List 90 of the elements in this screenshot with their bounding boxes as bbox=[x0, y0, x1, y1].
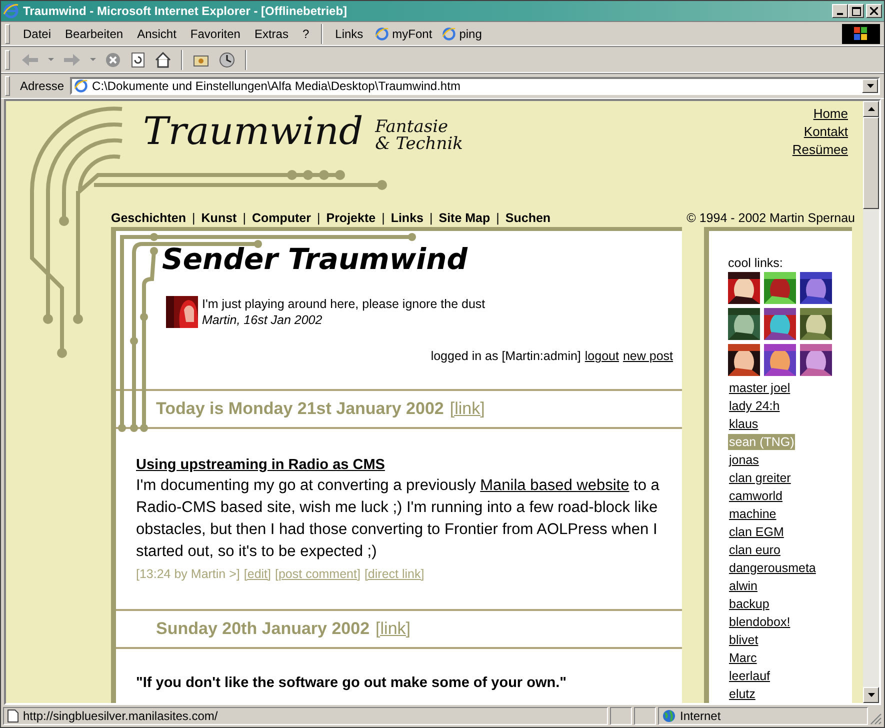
windows-logo bbox=[842, 24, 880, 44]
post-quote: "If you don't like the software go out make some of your own." bbox=[136, 675, 568, 691]
address-label: Adresse bbox=[19, 79, 66, 93]
post-title[interactable]: Using upstreaming in Radio as CMS bbox=[136, 457, 682, 473]
menu-item[interactable]: Bearbeiten bbox=[60, 26, 128, 40]
site-tagline: Fantasie bbox=[375, 119, 448, 136]
nav-separator: | bbox=[192, 211, 196, 225]
nav-separator: | bbox=[429, 211, 433, 225]
nav-link[interactable]: Links bbox=[390, 211, 424, 225]
sidebar-link[interactable]: dangerousmeta bbox=[728, 560, 817, 576]
security-zone: Internet bbox=[680, 709, 721, 723]
browser-icon bbox=[74, 79, 88, 93]
history-icon[interactable] bbox=[219, 52, 235, 68]
nav-link[interactable]: Site Map bbox=[438, 211, 490, 225]
day-heading: Sunday 20th January 2002 bbox=[156, 619, 370, 639]
sidebar-link[interactable]: camworld bbox=[728, 488, 784, 504]
menu-item[interactable]: Ansicht bbox=[132, 26, 182, 40]
nav-separator: | bbox=[382, 211, 385, 225]
top-link[interactable]: Home bbox=[813, 105, 848, 123]
browser-icon bbox=[3, 3, 19, 19]
link-button[interactable]: myFont bbox=[372, 26, 436, 40]
sidebar-link[interactable]: blendobox! bbox=[728, 614, 792, 630]
minimize-button[interactable] bbox=[832, 4, 848, 18]
browser-icon bbox=[442, 26, 456, 40]
site-logo[interactable]: Traumwind bbox=[143, 109, 364, 153]
maximize-icon bbox=[852, 6, 860, 16]
close-icon bbox=[870, 7, 878, 15]
blog-title: Sender Traumwind bbox=[161, 241, 469, 277]
nav-link[interactable]: Suchen bbox=[505, 211, 551, 225]
nav-link[interactable]: Geschichten bbox=[111, 211, 186, 225]
address-field[interactable]: C:\Dokumente und Einstellungen\Alfa Media\Desktop\Traumwind.htm bbox=[70, 77, 880, 95]
status-panel bbox=[610, 707, 632, 725]
dropdown-arrow-icon[interactable] bbox=[866, 84, 874, 88]
sidebar-link[interactable]: blivet bbox=[728, 632, 760, 648]
browser-icon bbox=[375, 26, 390, 40]
login-link[interactable]: logout bbox=[584, 349, 619, 363]
menu-item[interactable]: Extras bbox=[249, 26, 294, 40]
day-heading: Today is Monday 21st January 2002 bbox=[156, 399, 444, 419]
nav-link[interactable]: Projekte bbox=[326, 211, 376, 225]
sidebar-link[interactable]: jonas bbox=[728, 452, 760, 468]
link-button[interactable]: ping bbox=[439, 26, 485, 40]
menu-item[interactable]: Favoriten bbox=[185, 26, 246, 40]
stop-icon[interactable] bbox=[105, 52, 121, 68]
sidebar-link[interactable]: clan EGM bbox=[728, 524, 785, 540]
sidebar-link[interactable]: alwin bbox=[728, 578, 758, 594]
post-body: I'm documenting my go at converting a previously Manila based website to a Radio-CMS based site, wish me luck ;) I'm running into a few road-block like obstacles, but then I had those converting to Frontier from AOLPress when I started out, so it's to be expected ;) bbox=[136, 476, 660, 562]
menu-item[interactable]: ? bbox=[297, 26, 314, 40]
page-icon bbox=[7, 709, 19, 723]
top-link[interactable]: Resümee bbox=[792, 141, 848, 159]
sidebar-link[interactable]: Marc bbox=[728, 650, 758, 666]
nav-link[interactable]: Kunst bbox=[201, 211, 237, 225]
window-title: Traumwind - Microsoft Internet Explorer - [Offlinebetrieb] bbox=[23, 4, 348, 18]
post-link[interactable]: Manila based website bbox=[480, 477, 630, 494]
motto-text: I'm just playing around here, please ignore the dust bbox=[202, 296, 486, 312]
site-tagline: & Technik bbox=[375, 136, 463, 153]
scroll-thumb[interactable] bbox=[863, 117, 879, 209]
sidebar-link[interactable]: machine bbox=[728, 506, 778, 522]
globe-icon bbox=[662, 709, 676, 723]
resize-grip-icon[interactable] bbox=[870, 713, 882, 725]
sidebar-link[interactable]: klaus bbox=[728, 416, 760, 432]
sidebar-link[interactable]: backup bbox=[728, 596, 770, 612]
sidebar-link[interactable]: clan greiter bbox=[728, 470, 792, 486]
favorites-icon[interactable] bbox=[193, 52, 209, 66]
post-meta: [13:24 by Martin >] bbox=[136, 567, 240, 581]
status-panel bbox=[634, 707, 656, 725]
nav-separator: | bbox=[316, 211, 320, 225]
motto-author: Martin, 16st Jan 2002 bbox=[202, 312, 324, 328]
nav-separator: | bbox=[496, 211, 500, 225]
sidebar-link[interactable]: leerlauf bbox=[728, 668, 771, 684]
login-link[interactable]: new post bbox=[622, 349, 673, 363]
scroll-down-icon[interactable] bbox=[868, 693, 874, 697]
sidebar-link[interactable]: clan euro bbox=[728, 542, 782, 558]
login-status: logged in as [Martin:admin] bbox=[430, 349, 581, 363]
links-label: Links bbox=[334, 26, 364, 40]
sidebar-link[interactable]: master joel bbox=[728, 380, 792, 396]
menu-item[interactable]: Datei bbox=[18, 26, 56, 40]
sidebar-link[interactable]: lady 24:h bbox=[728, 398, 781, 414]
scrollbar[interactable] bbox=[863, 101, 879, 703]
scroll-up-icon[interactable] bbox=[868, 107, 874, 111]
close-button[interactable] bbox=[866, 4, 882, 18]
refresh-icon[interactable] bbox=[131, 52, 145, 68]
nav-separator: | bbox=[242, 211, 246, 225]
top-link[interactable]: Kontakt bbox=[804, 123, 848, 141]
maximize-button[interactable] bbox=[848, 4, 864, 18]
copyright-text: © 1994 - 2002 Martin Spernau bbox=[686, 211, 855, 225]
sidebar-heading: cool links: bbox=[728, 256, 783, 270]
sidebar-link[interactable]: elutz bbox=[728, 686, 756, 702]
status-url: http://singbluesilver.manilasites.com/ bbox=[23, 709, 218, 723]
home-icon[interactable] bbox=[155, 52, 171, 68]
nav-link[interactable]: Computer bbox=[252, 211, 311, 225]
